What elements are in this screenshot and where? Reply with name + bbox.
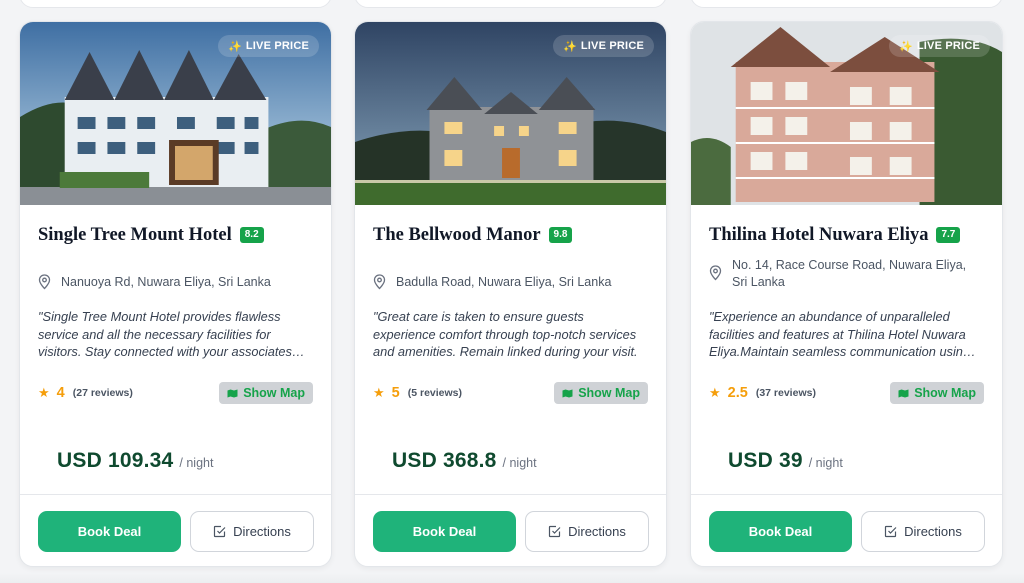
rating-row: ★ 4 (27 reviews) Show Map [38, 382, 313, 404]
check-square-icon [213, 525, 226, 538]
hotel-title-row: Single Tree Mount Hotel 8.2 [38, 222, 317, 248]
hotel-photo[interactable]: ✨ LIVE PRICE [20, 22, 331, 205]
map-pin-icon [38, 274, 51, 290]
hotel-name[interactable]: Single Tree Mount Hotel [38, 225, 232, 246]
directions-button[interactable]: Directions [861, 511, 985, 552]
previous-card-edge [690, 0, 1003, 8]
directions-button[interactable]: Directions [190, 511, 314, 552]
per-night-label: / night [808, 456, 843, 470]
show-map-button[interactable]: Show Map [554, 382, 648, 404]
show-map-button[interactable]: Show Map [890, 382, 984, 404]
hotel-photo[interactable]: ✨ LIVE PRICE [691, 22, 1002, 205]
live-price-badge: ✨ LIVE PRICE [888, 35, 990, 57]
directions-button[interactable]: Directions [525, 511, 649, 552]
per-night-label: / night [502, 456, 537, 470]
price-row: USD 368.8 / night [392, 449, 537, 473]
map-icon [227, 389, 238, 397]
review-count: (27 reviews) [72, 387, 133, 399]
card-actions: Book Deal Directions [355, 494, 666, 566]
rating-score-badge: 8.2 [239, 227, 264, 243]
book-deal-button[interactable]: Book Deal [38, 511, 181, 552]
map-icon [562, 389, 573, 397]
hotel-address: No. 14, Race Course Road, Nuwara Eliya, … [732, 258, 967, 289]
hotel-title-row: Thilina Hotel Nuwara Eliya 7.7 [709, 222, 988, 248]
map-pin-icon [373, 274, 386, 290]
hotel-card-grid: ✨ LIVE PRICE Single Tree Mount Hotel 8.2… [19, 21, 1005, 567]
live-price-label: LIVE PRICE [245, 40, 309, 52]
sparkle-icon: ✨ [562, 40, 577, 53]
address-row: Badulla Road, Nuwara Eliya, Sri Lanka [373, 274, 646, 291]
review-count: (5 reviews) [407, 387, 463, 399]
previous-card-edge [354, 0, 667, 8]
hotel-description: "Experience an abundance of unparalleled… [709, 309, 971, 359]
book-deal-button[interactable]: Book Deal [373, 511, 516, 552]
check-square-icon [884, 525, 897, 538]
star-rating: 5 [391, 385, 400, 401]
hotel-price: USD 368.8 [392, 449, 497, 472]
hotel-card[interactable]: ✨ LIVE PRICE Thilina Hotel Nuwara Eliya … [690, 21, 1003, 567]
hotel-description: "Great care is taken to ensure guests ex… [373, 309, 638, 359]
book-deal-button[interactable]: Book Deal [709, 511, 852, 552]
address-row: Nanuoya Rd, Nuwara Eliya, Sri Lanka [38, 274, 311, 291]
hotel-address: Badulla Road, Nuwara Eliya, Sri Lanka [396, 275, 612, 289]
hotel-name[interactable]: Thilina Hotel Nuwara Eliya [709, 225, 928, 246]
rating-score-badge: 9.8 [548, 227, 573, 243]
hotel-price: USD 39 [728, 449, 803, 472]
sparkle-icon: ✨ [898, 40, 913, 53]
show-map-label: Show Map [243, 386, 305, 400]
star-icon: ★ [38, 385, 50, 400]
hotel-card[interactable]: ✨ LIVE PRICE The Bellwood Manor 9.8 Badu… [354, 21, 667, 567]
page-bottom-edge [0, 573, 1024, 583]
star-rating: 2.5 [727, 385, 748, 401]
rating-score-badge: 7.7 [936, 227, 961, 243]
map-icon [898, 389, 909, 397]
live-price-label: LIVE PRICE [916, 40, 980, 52]
show-map-label: Show Map [578, 386, 640, 400]
star-rating: 4 [56, 385, 65, 401]
hotel-price: USD 109.34 [57, 449, 174, 472]
hotel-card[interactable]: ✨ LIVE PRICE Single Tree Mount Hotel 8.2… [19, 21, 332, 567]
price-row: USD 109.34 / night [57, 449, 213, 473]
directions-label: Directions [568, 524, 626, 539]
directions-label: Directions [904, 524, 962, 539]
price-row: USD 39 / night [728, 449, 843, 473]
rating-row: ★ 2.5 (37 reviews) Show Map [709, 382, 984, 404]
previous-card-edge [19, 0, 332, 8]
per-night-label: / night [179, 456, 214, 470]
address-row: No. 14, Race Course Road, Nuwara Eliya, … [709, 257, 982, 291]
star-icon: ★ [373, 385, 385, 400]
hotel-address: Nanuoya Rd, Nuwara Eliya, Sri Lanka [61, 275, 271, 289]
map-pin-icon [709, 265, 722, 281]
hotel-title-row: The Bellwood Manor 9.8 [373, 222, 652, 248]
rating-row: ★ 5 (5 reviews) Show Map [373, 382, 648, 404]
card-actions: Book Deal Directions [691, 494, 1002, 566]
live-price-badge: ✨ LIVE PRICE [217, 35, 319, 57]
previous-row-cards [0, 0, 1024, 10]
card-actions: Book Deal Directions [20, 494, 331, 566]
star-icon: ★ [709, 385, 721, 400]
show-map-label: Show Map [914, 386, 976, 400]
directions-label: Directions [233, 524, 291, 539]
sparkle-icon: ✨ [227, 40, 242, 53]
live-price-label: LIVE PRICE [580, 40, 644, 52]
show-map-button[interactable]: Show Map [219, 382, 313, 404]
live-price-badge: ✨ LIVE PRICE [552, 35, 654, 57]
hotel-name[interactable]: The Bellwood Manor [373, 225, 541, 246]
hotel-photo[interactable]: ✨ LIVE PRICE [355, 22, 666, 205]
check-square-icon [548, 525, 561, 538]
review-count: (37 reviews) [755, 387, 816, 399]
hotel-description: "Single Tree Mount Hotel provides flawle… [38, 309, 292, 359]
